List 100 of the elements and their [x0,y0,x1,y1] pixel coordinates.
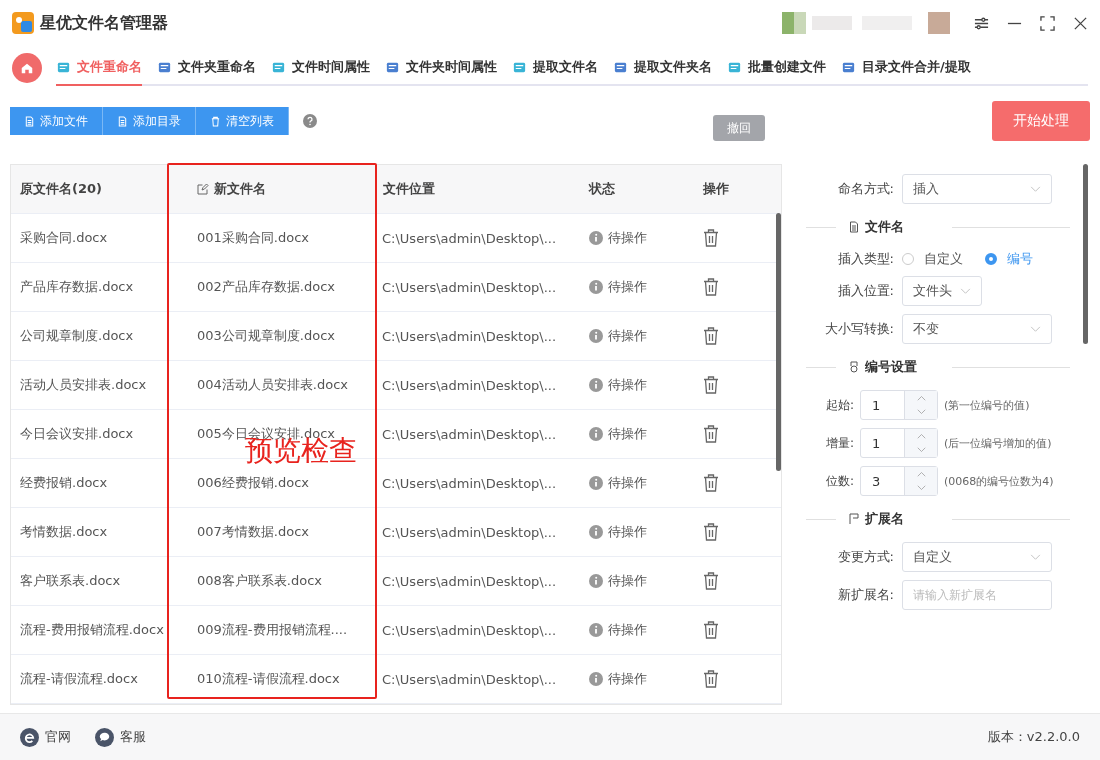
table-cell: C:\Users\admin\Desktop\... [382,671,557,687]
naming-mode-dropdown[interactable]: 插入 [902,174,1052,204]
table-cell: 流程-请假流程.docx [20,670,138,688]
status-text: 待操作 [608,425,647,443]
table-cell: 006经费报销.docx [197,474,309,492]
table-cell: 采购合同.docx [20,229,108,247]
table-cell: 003公司规章制度.docx [197,327,335,345]
field-label: 插入类型: [836,250,894,268]
table-cell: 流程-费用报销流程.docx [20,621,164,639]
column-header: 文件位置 [383,180,435,198]
nav-tab[interactable]: 文件夹时间属性 [385,50,497,86]
delete-icon[interactable] [703,327,719,345]
delete-icon[interactable] [703,425,719,443]
field-label: 增量: [824,434,854,452]
status-text: 待操作 [608,278,647,296]
radio-option[interactable]: 自定义 [902,250,963,268]
user-avatar-icon [782,12,950,34]
medal-icon [848,361,860,373]
hint-text: (后一位编号增加的值) [944,435,1052,451]
delete-icon[interactable] [703,523,719,541]
hint-text: (第一位编号的值) [944,397,1030,413]
trash-icon [210,115,221,127]
close-icon[interactable] [1073,15,1088,31]
maximize-icon[interactable] [1040,15,1055,31]
table-cell: C:\Users\admin\Desktop\... [382,230,557,246]
hint-text: (0068的编号位数为4) [944,473,1054,489]
column-header: 原文件名(20) [20,180,102,198]
document-icon [24,115,35,127]
case-conversion-dropdown[interactable]: 不变 [902,314,1052,344]
window-title: 星优文件名管理器 [40,12,168,34]
delete-icon[interactable] [703,376,719,394]
field-label: 命名方式: [836,180,894,198]
nav-tab[interactable]: 提取文件名 [512,50,598,86]
insert-position-dropdown[interactable]: 文件头 [902,276,982,306]
table-cell: C:\Users\admin\Desktop\... [382,377,557,393]
caret-icon [1030,325,1041,333]
help-icon[interactable] [303,114,317,128]
table-cell: 004活动人员安排表.docx [197,376,348,394]
column-header: 状态 [589,180,615,198]
status-text: 待操作 [608,376,647,394]
nav-tab[interactable]: 批量创建文件 [727,50,826,86]
globe-icon [20,727,39,747]
info-icon [589,672,603,686]
footer-link[interactable]: 客服 [95,727,146,747]
table-cell: 今日会议安排.docx [20,425,134,443]
field-label: 起始: [824,396,854,414]
document-icon [117,115,128,127]
delete-icon[interactable] [703,670,719,688]
table-cell: 002产品库存数据.docx [197,278,335,296]
nav-tab[interactable]: 提取文件夹名 [613,50,712,86]
scrollbar[interactable] [1083,164,1088,344]
info-icon [589,329,603,343]
table-cell: C:\Users\admin\Desktop\... [382,573,557,589]
table-cell: 公司规章制度.docx [20,327,134,345]
nav-tab[interactable]: 目录文件合并/提取 [841,50,971,86]
table-cell: 客户联系表.docx [20,572,121,590]
home-icon [20,61,34,75]
table-cell: 010流程-请假流程.docx [197,670,340,688]
change-mode-dropdown[interactable]: 自定义 [902,542,1052,572]
extension-input-field[interactable]: 请输入新扩展名 [902,580,1052,610]
column-header: 操作 [703,180,729,198]
status-text: 待操作 [608,523,647,541]
table-cell: 考情数据.docx [20,523,108,541]
nav-tab[interactable]: 文件夹重命名 [157,50,256,86]
info-icon [589,525,603,539]
status-text: 待操作 [608,670,647,688]
table-cell: C:\Users\admin\Desktop\... [382,328,557,344]
chat-icon [95,727,114,747]
nav-tab[interactable]: 文件时间属性 [271,50,370,86]
info-icon [589,574,603,588]
table-cell: C:\Users\admin\Desktop\... [382,426,557,442]
delete-icon[interactable] [703,278,719,296]
table-cell: 001采购合同.docx [197,229,309,247]
footer-link[interactable]: 官网 [20,727,71,747]
document-icon [848,221,860,233]
table-cell: C:\Users\admin\Desktop\... [382,475,557,491]
caret-icon [1030,553,1041,561]
table-cell: 007考情数据.docx [197,523,309,541]
status-text: 待操作 [608,474,647,492]
delete-icon[interactable] [703,572,719,590]
status-text: 待操作 [608,229,647,247]
section-title: 扩展名 [865,510,904,528]
version-text: 版本：v2.2.0.0 [987,728,1080,746]
info-icon [589,378,603,392]
flag-icon [848,513,860,525]
app-logo-icon [12,12,34,34]
table-cell: C:\Users\admin\Desktop\... [382,524,557,540]
settings-icon[interactable] [974,15,989,31]
delete-icon[interactable] [703,474,719,492]
section-title: 文件名 [865,218,904,236]
table-cell: C:\Users\admin\Desktop\... [382,622,557,638]
status-text: 待操作 [608,327,647,345]
column-header: 新文件名 [214,180,266,198]
home-button[interactable] [12,53,42,83]
caret-icon [1030,185,1041,193]
table-cell: 经费报销.docx [20,474,108,492]
delete-icon[interactable] [703,229,719,247]
info-icon [589,231,603,245]
delete-icon[interactable] [703,621,719,639]
scrollbar[interactable] [776,213,781,471]
